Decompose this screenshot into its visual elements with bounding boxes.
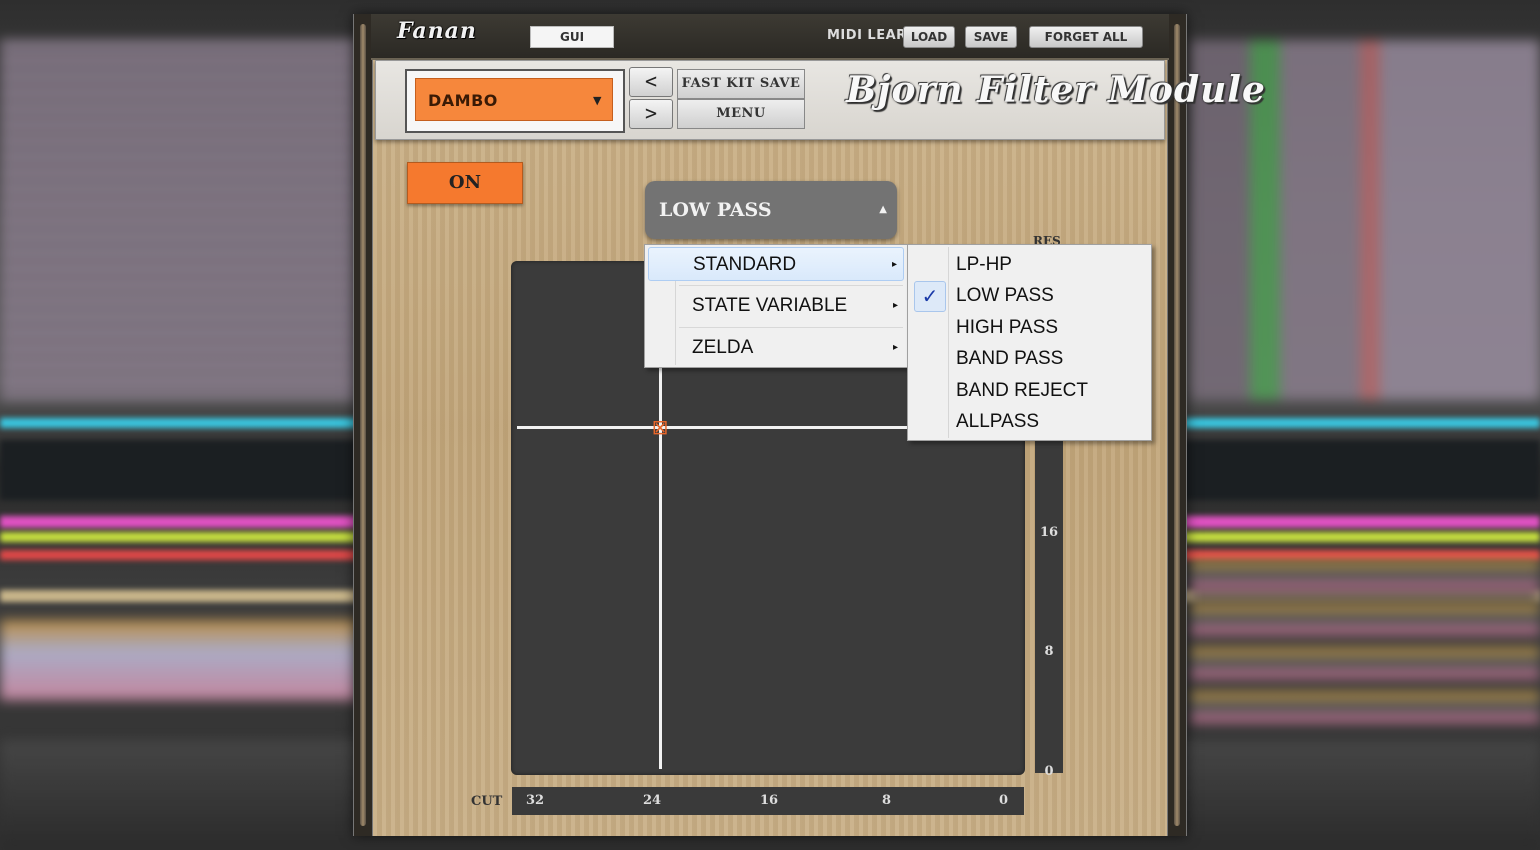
res-tick: 16 (1039, 525, 1059, 540)
cut-scale: 32 24 16 8 0 (512, 787, 1024, 815)
submenu-item-band-pass[interactable]: BAND PASS (911, 343, 1148, 374)
forget-all-button[interactable]: FORGET ALL (1029, 26, 1143, 48)
xy-handle-icon[interactable]: ⊠ (650, 417, 670, 437)
submenu-arrow-icon: ▸ (891, 259, 897, 270)
on-toggle-button[interactable]: ON (407, 162, 523, 204)
cut-tick: 32 (526, 793, 545, 808)
left-rail (353, 14, 373, 836)
save-button[interactable]: SAVE (965, 26, 1017, 48)
submenu-item-label: LOW PASS (956, 285, 1054, 306)
filter-type-dropdown[interactable]: LOW PASS ▲ (645, 181, 897, 239)
right-rail (1167, 14, 1187, 836)
bg-clips-left (0, 620, 360, 700)
menu-separator (679, 327, 903, 328)
menu-separator (679, 285, 903, 286)
cut-tick: 0 (999, 793, 1009, 808)
submenu-item-high-pass[interactable]: HIGH PASS (911, 312, 1148, 343)
submenu-item-low-pass[interactable]: ✓ LOW PASS (911, 280, 1148, 312)
cut-tick: 8 (882, 793, 892, 808)
bg-track-block-left (0, 40, 360, 400)
header-panel: DAMBO ▼ < > FAST KIT SAVE MENU Bjorn Fil… (375, 60, 1265, 140)
cut-label: CUT (471, 794, 503, 809)
kit-selector-frame: DAMBO ▼ (405, 69, 625, 133)
dropdown-arrow-icon: ▼ (593, 94, 602, 107)
kit-dropdown[interactable]: DAMBO ▼ (415, 78, 613, 121)
brand-logo: Fanan (397, 18, 477, 44)
kit-name: DAMBO (428, 91, 498, 110)
menu-item-label: STATE VARIABLE (692, 295, 848, 316)
res-tick: 8 (1044, 644, 1054, 659)
menu-item-label: ZELDA (692, 337, 754, 358)
next-kit-button[interactable]: > (629, 99, 673, 129)
prev-kit-button[interactable]: < (629, 67, 673, 97)
filter-category-menu: STANDARD ▸ STATE VARIABLE ▸ ZELDA ▸ (644, 244, 908, 368)
filter-type-value: LOW PASS (659, 199, 772, 221)
menu-item-state-variable[interactable]: STATE VARIABLE ▸ (648, 289, 904, 323)
menu-button[interactable]: MENU (677, 99, 805, 129)
submenu-arrow-icon: ▸ (892, 300, 898, 311)
res-tick: 0 (1044, 764, 1054, 779)
module-title-logo: Bjorn Filter Module (846, 69, 1266, 111)
cut-tick: 24 (643, 793, 662, 808)
submenu-item-band-reject[interactable]: BAND REJECT (911, 375, 1148, 406)
standard-filter-submenu: LP-HP ✓ LOW PASS HIGH PASS BAND PASS BAN… (907, 244, 1152, 441)
submenu-arrow-icon: ▸ (892, 342, 898, 353)
submenu-item-allpass[interactable]: ALLPASS (911, 406, 1148, 437)
menu-item-standard[interactable]: STANDARD ▸ (648, 247, 904, 281)
gui-button[interactable]: GUI (530, 26, 614, 48)
checkmark-icon: ✓ (914, 281, 946, 312)
menu-item-zelda[interactable]: ZELDA ▸ (648, 331, 904, 365)
load-button[interactable]: LOAD (903, 26, 955, 48)
submenu-item-lp-hp[interactable]: LP-HP (911, 249, 1148, 280)
menu-item-label: STANDARD (693, 254, 797, 275)
top-bar: Fanan GUI MIDI LEARN LOAD SAVE FORGET AL… (371, 14, 1169, 60)
dropdown-up-arrow-icon: ▲ (879, 204, 887, 215)
cut-tick: 16 (760, 793, 779, 808)
bg-clips-right (1190, 560, 1540, 730)
fast-kit-save-button[interactable]: FAST KIT SAVE (677, 69, 805, 99)
